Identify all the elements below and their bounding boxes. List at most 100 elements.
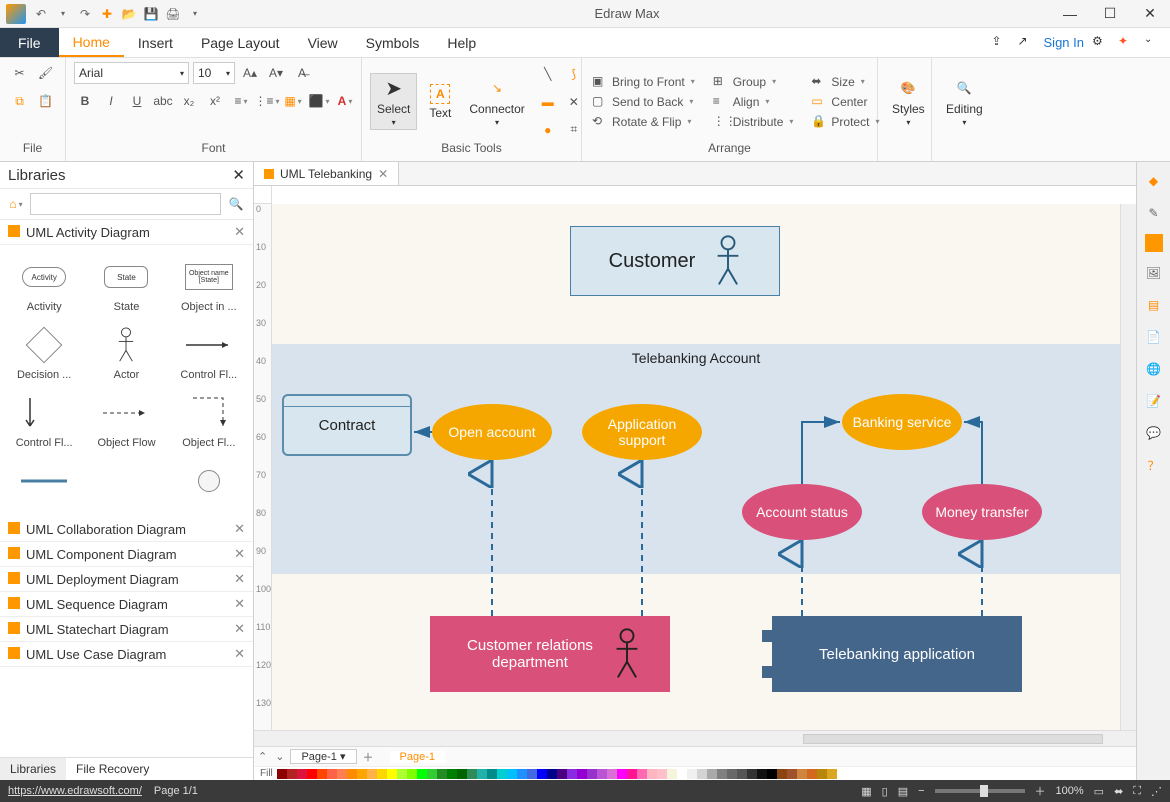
section-close-icon[interactable]: ✕ (234, 596, 245, 612)
rect-shape-icon[interactable]: ▬ (537, 91, 559, 113)
new-icon[interactable]: ✚ (98, 5, 116, 23)
view-mode-3-icon[interactable]: ▤ (898, 785, 908, 798)
fit-width-icon[interactable]: ⬌ (1114, 785, 1123, 798)
section-close-icon[interactable]: ✕ (234, 621, 245, 637)
view-mode-2-icon[interactable]: ▯ (882, 785, 888, 798)
format-painter-icon[interactable]: 🖌 (35, 62, 57, 84)
minimize-button[interactable]: — (1050, 0, 1090, 28)
color-swatch[interactable] (807, 769, 817, 779)
shape-object[interactable]: Object name[State]Object in ... (169, 253, 249, 317)
undo-icon[interactable]: ↶ (32, 5, 50, 23)
color-swatch[interactable] (817, 769, 827, 779)
lib-section[interactable]: UML Deployment Diagram✕ (0, 567, 253, 592)
strike-icon[interactable]: abc (152, 90, 174, 112)
qat-dropdown-icon[interactable]: ▾ (186, 5, 204, 23)
view-mode-1-icon[interactable]: ▦ (861, 785, 871, 798)
color-swatch[interactable] (387, 769, 397, 779)
node-banking-service[interactable]: Banking service (842, 394, 962, 450)
color-swatch[interactable] (677, 769, 687, 779)
color-swatch[interactable] (757, 769, 767, 779)
color-swatch[interactable] (367, 769, 377, 779)
tab-view[interactable]: View (294, 28, 352, 57)
color-swatch[interactable] (487, 769, 497, 779)
color-swatch[interactable] (667, 769, 677, 779)
node-contract[interactable]: Contract (282, 394, 412, 456)
node-app-support[interactable]: Application support (582, 404, 702, 460)
lib-section[interactable]: UML Sequence Diagram✕ (0, 592, 253, 617)
export-icon[interactable]: ⇪ (992, 34, 1010, 52)
color-swatch[interactable] (697, 769, 707, 779)
tab-insert[interactable]: Insert (124, 28, 187, 57)
lib-section[interactable]: UML Component Diagram✕ (0, 542, 253, 567)
bring-to-front[interactable]: ▣Bring to Front (590, 73, 697, 91)
text-tool[interactable]: A Text (423, 82, 457, 122)
color-swatch[interactable] (657, 769, 667, 779)
section-close-icon[interactable]: ✕ (234, 521, 245, 537)
color-swatch[interactable] (527, 769, 537, 779)
color-swatch[interactable] (407, 769, 417, 779)
section-close-icon[interactable]: ✕ (234, 571, 245, 587)
node-dept[interactable]: Customer relations department (430, 616, 670, 692)
color-swatch[interactable] (447, 769, 457, 779)
section-close-icon[interactable]: ✕ (234, 646, 245, 662)
brand-icon[interactable]: ✦ (1118, 34, 1136, 52)
library-search-icon[interactable]: 🔍 (225, 193, 247, 215)
save-icon[interactable]: 💾 (142, 5, 160, 23)
shape-oflow2[interactable]: Object Fl... (169, 389, 249, 453)
fullscreen-icon[interactable]: ⛶ (1133, 785, 1141, 798)
color-swatch[interactable] (297, 769, 307, 779)
color-swatch[interactable] (557, 769, 567, 779)
node-customer[interactable]: Customer (570, 226, 780, 296)
shape-state[interactable]: StateState (86, 253, 166, 317)
color-swatch[interactable] (287, 769, 297, 779)
doc-tab-close-icon[interactable]: ✕ (378, 167, 388, 181)
section-close-icon[interactable]: ✕ (234, 546, 245, 562)
resize-grip-icon[interactable]: ⋰ (1151, 785, 1162, 798)
color-swatch[interactable] (347, 769, 357, 779)
library-home-icon[interactable]: ⌂ (6, 194, 26, 214)
color-swatch[interactable] (427, 769, 437, 779)
color-swatch[interactable] (377, 769, 387, 779)
canvas[interactable]: Customer Telebanking Account Contract Op… (272, 204, 1120, 730)
styles-button[interactable]: 🎨Styles▾ (886, 74, 931, 129)
protect-button[interactable]: 🔒Protect (809, 113, 881, 131)
shape-decision[interactable]: Decision ... (4, 321, 84, 385)
copy-icon[interactable]: ⧉ (9, 90, 31, 112)
color-swatch[interactable] (337, 769, 347, 779)
image-icon[interactable]: 🖼 (1143, 262, 1165, 284)
color-swatch[interactable] (727, 769, 737, 779)
color-swatch[interactable] (687, 769, 697, 779)
document-tab[interactable]: UML Telebanking ✕ (254, 162, 399, 185)
node-account-status[interactable]: Account status (742, 484, 862, 540)
color-swatch[interactable] (357, 769, 367, 779)
shape-arrow[interactable]: Control Fl... (169, 321, 249, 385)
increase-font-icon[interactable]: A▴ (239, 62, 261, 84)
shape-circle[interactable] (169, 457, 249, 509)
color-swatch[interactable] (797, 769, 807, 779)
color-swatch[interactable] (767, 769, 777, 779)
group-button[interactable]: ⊞Group (711, 73, 796, 91)
rotate-flip[interactable]: ⟲Rotate & Flip (590, 113, 697, 131)
select-tool[interactable]: ➤ Select▾ (370, 73, 417, 130)
redo-icon[interactable]: ↷ (76, 5, 94, 23)
tab-home[interactable]: Home (59, 28, 124, 57)
page-tab[interactable]: Page-1 ▾ (290, 749, 356, 764)
settings-icon[interactable]: ⚙ (1092, 34, 1110, 52)
shape-hline[interactable] (4, 457, 84, 509)
color-swatch[interactable] (567, 769, 577, 779)
color-swatch[interactable] (437, 769, 447, 779)
editing-button[interactable]: 🔍Editing▾ (940, 74, 989, 129)
send-to-back[interactable]: ▢Send to Back (590, 93, 697, 111)
help-icon[interactable]: ？ (1143, 454, 1165, 476)
font-name-select[interactable]: Arial▾ (74, 62, 189, 84)
lib-section[interactable]: UML Use Case Diagram✕ (0, 642, 253, 667)
zoom-in-icon[interactable]: ＋ (1035, 783, 1046, 799)
color-swatch[interactable] (317, 769, 327, 779)
line-spacing-icon[interactable]: ≡ (230, 90, 252, 112)
zoom-slider[interactable] (935, 789, 1025, 793)
bold-icon[interactable]: B (74, 90, 96, 112)
color-swatch[interactable] (417, 769, 427, 779)
cut-icon[interactable]: ✂ (9, 62, 31, 84)
color-swatch[interactable] (327, 769, 337, 779)
add-page-icon[interactable]: ＋ (359, 749, 378, 765)
